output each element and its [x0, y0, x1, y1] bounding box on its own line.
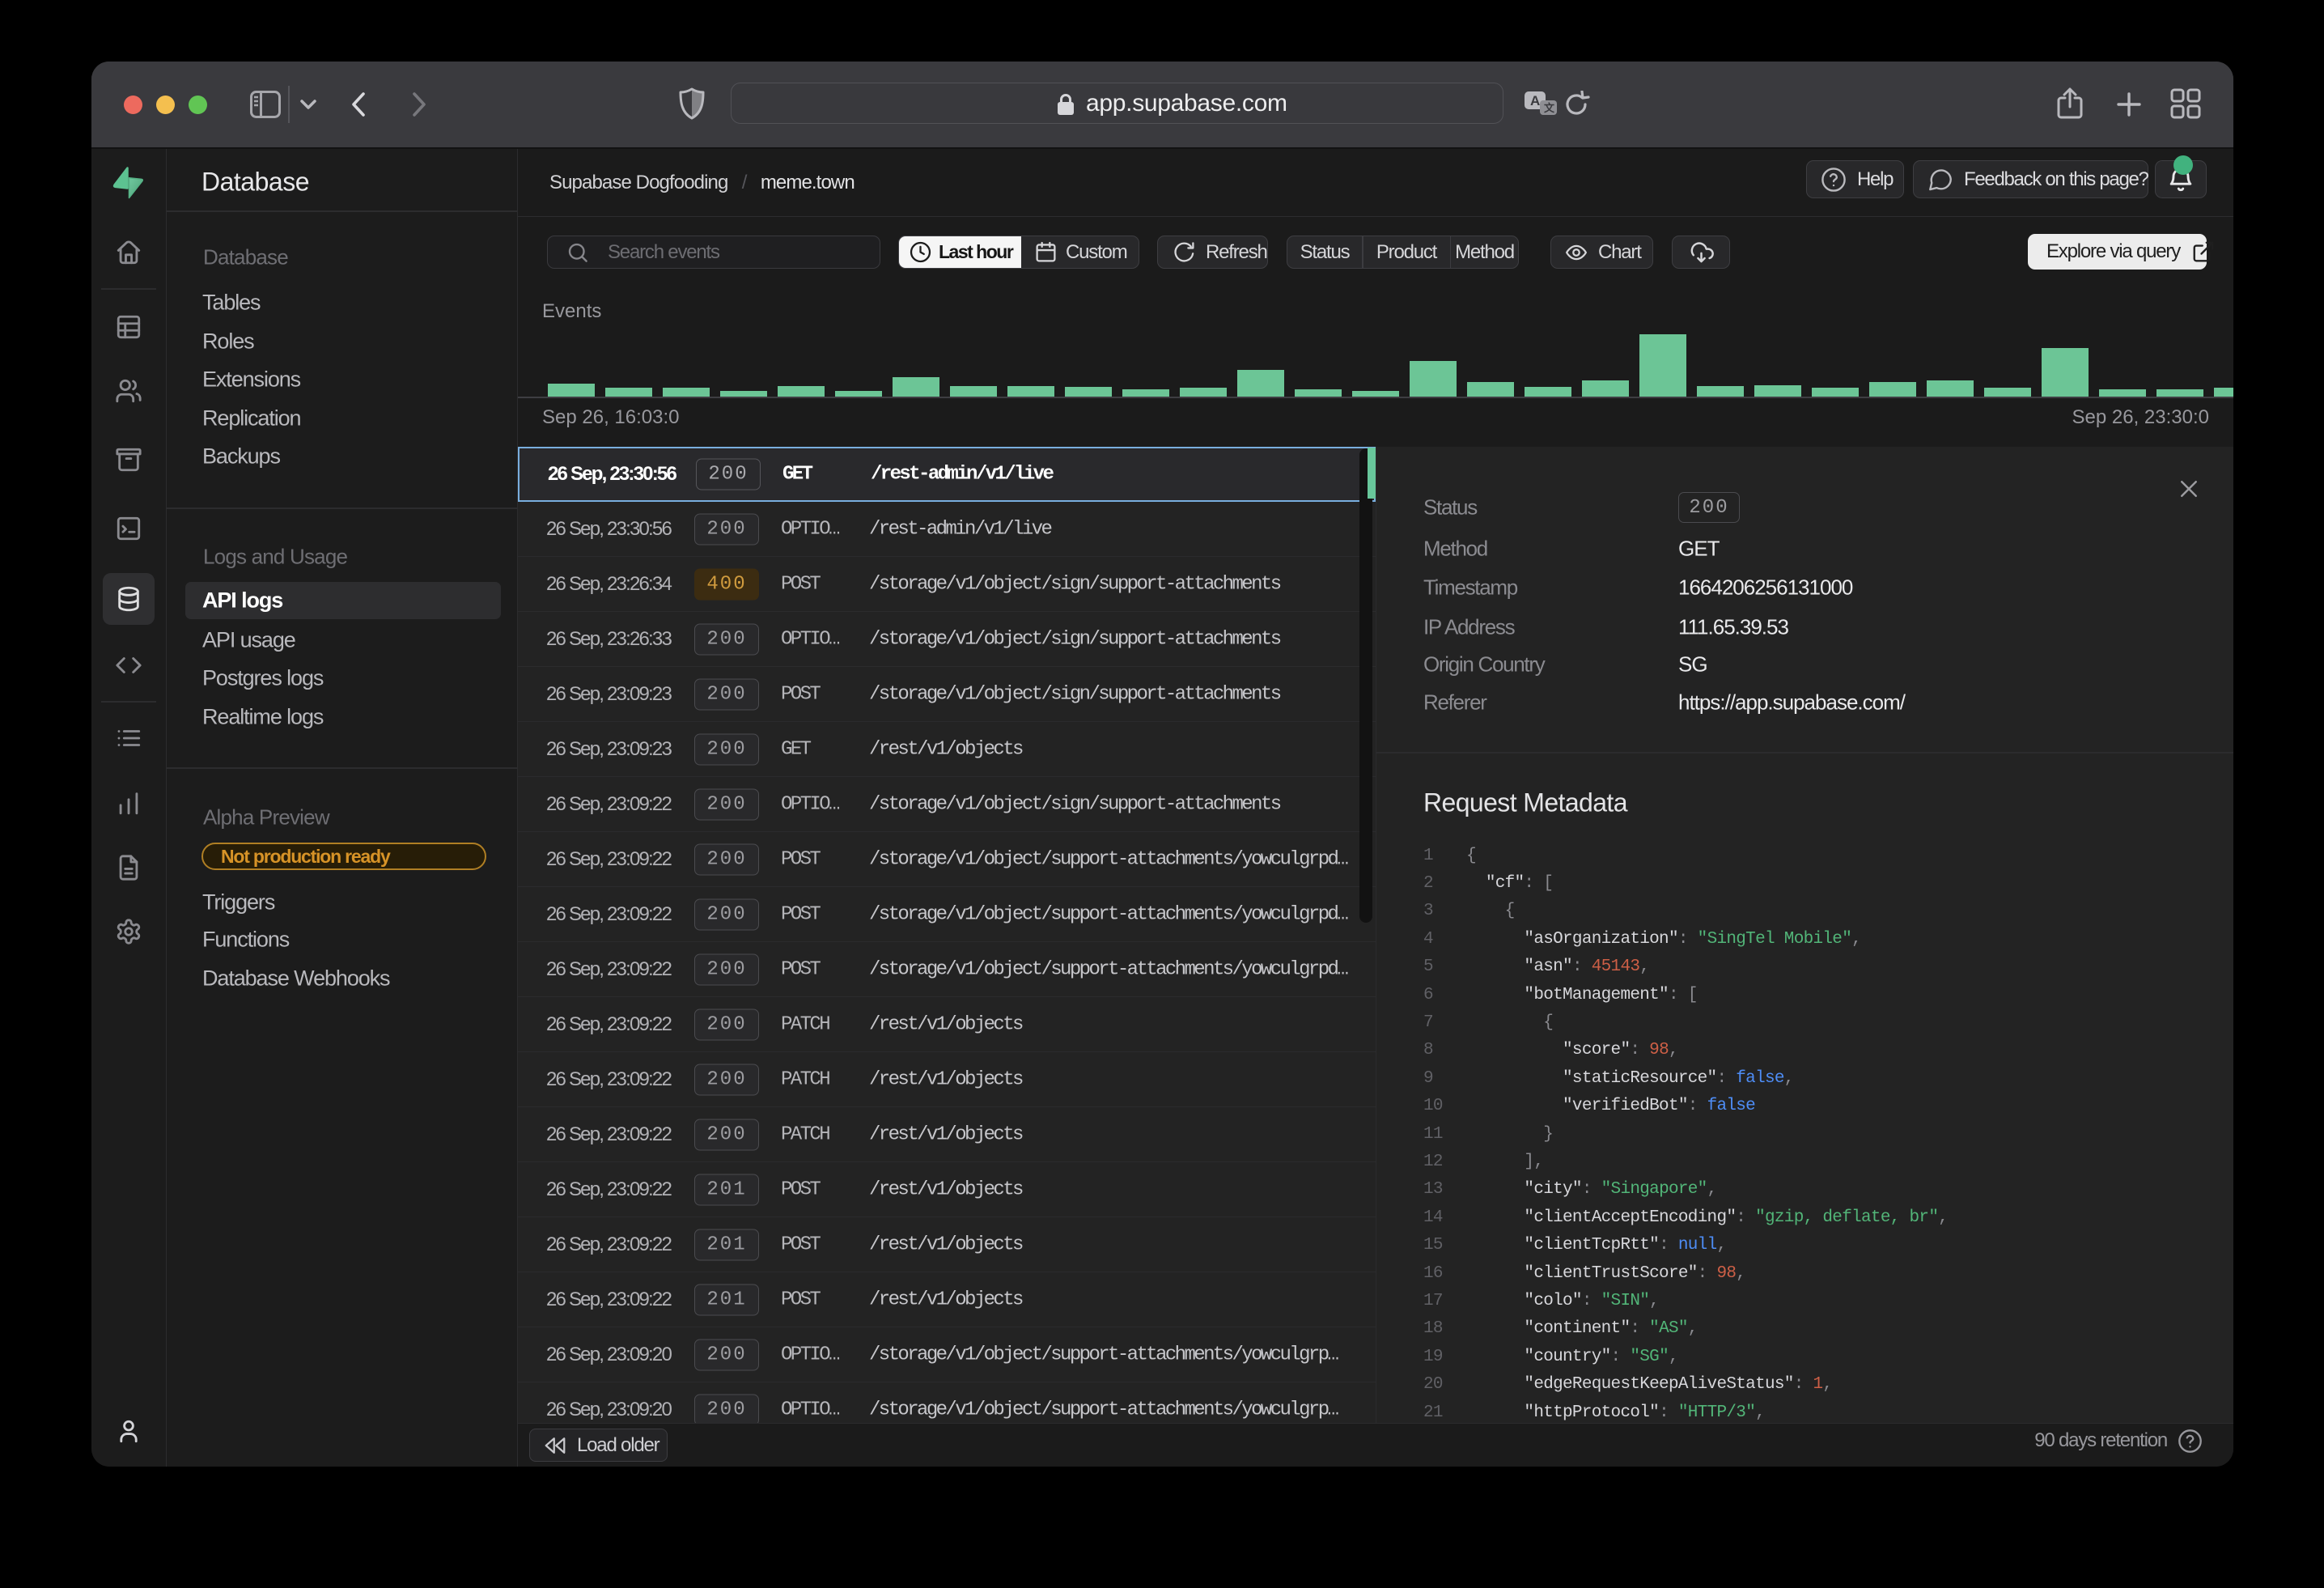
- svg-text:文: 文: [1544, 102, 1555, 114]
- svg-text:A: A: [1530, 93, 1540, 108]
